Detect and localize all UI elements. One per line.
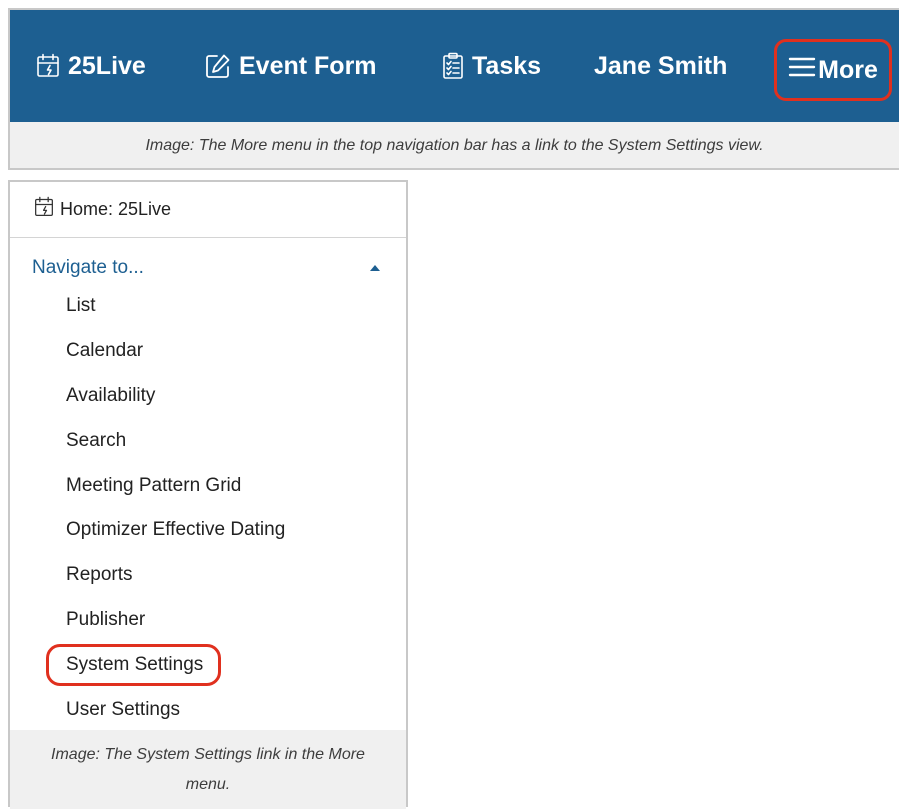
navigate-to-toggle[interactable]: Navigate to... <box>32 252 382 284</box>
menu-home-link[interactable]: Home: 25Live <box>10 182 406 238</box>
menu-item-search[interactable]: Search <box>10 418 406 463</box>
menu-item-availability[interactable]: Availability <box>10 374 406 419</box>
more-menu-figure: Home: 25Live Navigate to... List Calenda… <box>8 180 408 809</box>
caret-up-icon <box>368 257 382 279</box>
menu-item-label: Meeting Pattern Grid <box>66 474 242 496</box>
calendar-icon <box>36 53 60 79</box>
menu-item-label: System Settings <box>45 643 222 686</box>
top-navigation-figure: 25Live Event Form Tasks Jane Smith More … <box>8 8 899 170</box>
nav-user-menu[interactable]: Jane Smith <box>594 10 727 122</box>
menu-item-publisher[interactable]: Publisher <box>10 598 406 643</box>
menu-item-label: Calendar <box>66 340 144 362</box>
nav-tasks-link[interactable]: Tasks <box>442 10 541 122</box>
nav-tasks-label: Tasks <box>472 51 542 80</box>
navbar-image-caption: Image: The More menu in the top navigati… <box>145 137 764 154</box>
menu-item-meeting-pattern-grid[interactable]: Meeting Pattern Grid <box>10 463 406 508</box>
menu-image-caption: Image: The System Settings link in the M… <box>10 730 406 809</box>
menu-item-label: List <box>66 295 96 317</box>
menu-item-optimizer-effective-dating[interactable]: Optimizer Effective Dating <box>10 508 406 553</box>
clipboard-icon <box>442 52 464 80</box>
menu-item-label: Publisher <box>66 608 146 630</box>
menu-item-label: Availability <box>66 384 156 406</box>
menu-item-user-settings[interactable]: User Settings <box>10 687 406 732</box>
menu-item-label: Reports <box>66 564 133 586</box>
edit-icon <box>205 53 231 79</box>
navigate-to-label: Navigate to... <box>32 257 144 278</box>
menu-item-calendar[interactable]: Calendar <box>10 329 406 374</box>
more-menu-label: More <box>818 55 878 84</box>
menu-item-label: Search <box>66 429 127 451</box>
nav-user-name: Jane Smith <box>594 51 728 80</box>
navigate-to-list: List Calendar Availability Search Meetin… <box>10 284 406 732</box>
nav-event-form-label: Event Form <box>239 51 377 80</box>
calendar-icon <box>34 196 54 223</box>
top-navigation-bar: 25Live Event Form Tasks Jane Smith More <box>10 10 899 122</box>
hamburger-icon <box>788 56 816 85</box>
nav-event-form-link[interactable]: Event Form <box>205 10 377 122</box>
menu-item-reports[interactable]: Reports <box>10 553 406 598</box>
nav-25live-label: 25Live <box>68 51 146 80</box>
more-menu-button[interactable]: More <box>774 39 892 101</box>
menu-item-label: User Settings <box>66 698 181 720</box>
menu-item-list[interactable]: List <box>10 284 406 329</box>
menu-item-label: Optimizer Effective Dating <box>66 519 286 541</box>
menu-home-label: Home: 25Live <box>60 199 172 219</box>
nav-25live-link[interactable]: 25Live <box>36 10 146 122</box>
menu-item-system-settings[interactable]: System Settings <box>10 642 406 687</box>
